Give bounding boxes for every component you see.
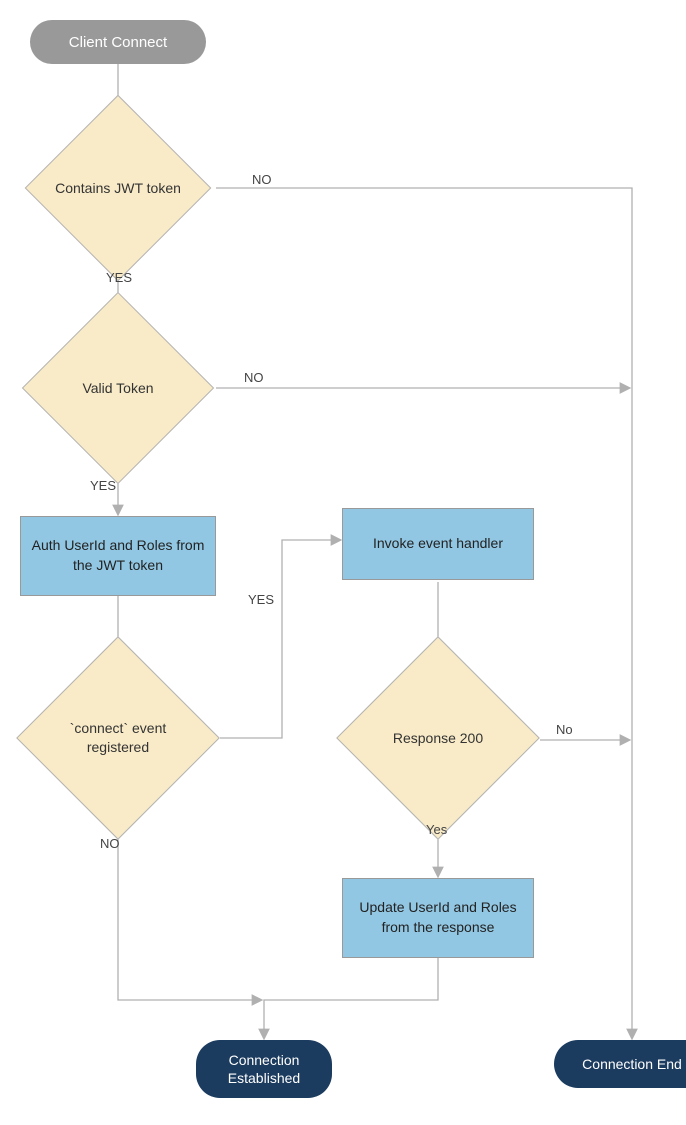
- process-update-userid-roles-label: Update UserId and Roles from the respons…: [353, 898, 523, 937]
- d1-yes-label: YES: [106, 270, 132, 285]
- d1-no-label: NO: [252, 172, 272, 187]
- start-node: Client Connect: [30, 20, 206, 64]
- process-auth-userid-roles: Auth UserId and Roles from the JWT token: [20, 516, 216, 596]
- process-auth-userid-roles-label: Auth UserId and Roles from the JWT token: [31, 536, 205, 575]
- decision-jwt-token-label: Contains JWT token: [55, 179, 181, 198]
- d3-no-label: NO: [100, 836, 120, 851]
- process-invoke-event-handler-label: Invoke event handler: [373, 534, 503, 554]
- d3-yes-label: YES: [248, 592, 274, 607]
- end-connection-established: Connection Established: [196, 1040, 332, 1098]
- process-update-userid-roles: Update UserId and Roles from the respons…: [342, 878, 534, 958]
- d4-no-label: No: [556, 722, 573, 737]
- decision-connect-event-registered-label: `connect` event registered: [47, 719, 189, 757]
- end-connection-established-label: Connection Established: [214, 1051, 314, 1087]
- end-connection-end: Connection End: [554, 1040, 686, 1088]
- process-invoke-event-handler: Invoke event handler: [342, 508, 534, 580]
- start-label: Client Connect: [69, 34, 167, 51]
- decision-valid-token-label: Valid Token: [82, 379, 153, 398]
- d2-yes-label: YES: [90, 478, 116, 493]
- end-connection-end-label: Connection End: [582, 1055, 682, 1073]
- d2-no-label: NO: [244, 370, 264, 385]
- decision-response-200-label: Response 200: [393, 729, 483, 748]
- d4-yes-label: Yes: [426, 822, 447, 837]
